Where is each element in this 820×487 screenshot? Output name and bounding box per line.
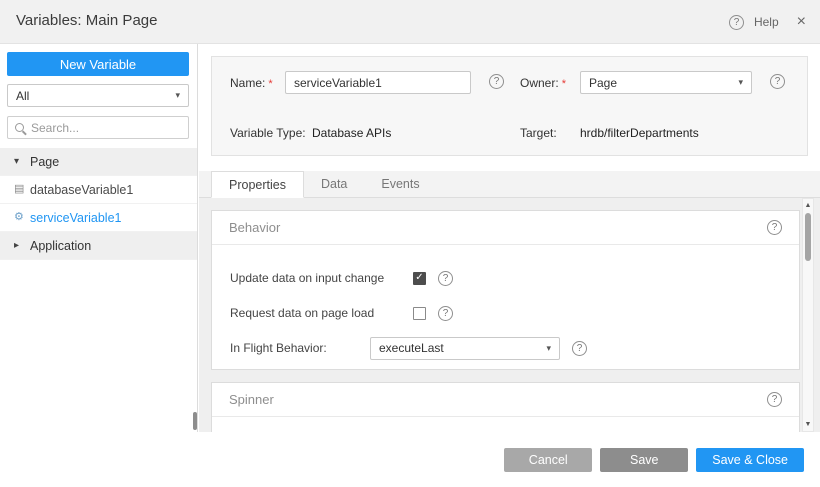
variable-scope-value: All bbox=[16, 89, 29, 103]
dialog-header: Variables: Main Page ? Help × bbox=[0, 0, 820, 44]
cancel-button[interactable]: Cancel bbox=[504, 448, 592, 472]
save-button[interactable]: Save bbox=[600, 448, 688, 472]
tab-bar: Properties Data Events bbox=[199, 171, 820, 198]
search-icon bbox=[15, 123, 24, 132]
owner-label: Owner:* bbox=[520, 76, 566, 90]
name-label-text: Name: bbox=[230, 76, 265, 90]
section-title: Behavior bbox=[229, 220, 280, 235]
owner-select[interactable]: Page ▾ bbox=[580, 71, 752, 94]
properties-tab-content: Behavior ? Update data on input change ✓… bbox=[199, 198, 820, 432]
name-label: Name:* bbox=[230, 76, 273, 90]
scroll-down-icon[interactable]: ▼ bbox=[803, 421, 813, 428]
header-actions: ? Help × bbox=[729, 0, 806, 44]
tree-item-database-variable[interactable]: ▤ databaseVariable1 bbox=[0, 176, 197, 204]
tab-data[interactable]: Data bbox=[304, 171, 364, 198]
service-variable-icon: ⚙ bbox=[14, 212, 30, 223]
help-icon[interactable]: ? bbox=[767, 220, 782, 235]
dialog-title: Variables: Main Page bbox=[16, 12, 157, 29]
dialog-footer: Cancel Save Save & Close bbox=[0, 432, 820, 487]
tab-events[interactable]: Events bbox=[364, 171, 436, 198]
variables-dialog: Variables: Main Page ? Help × New Variab… bbox=[0, 0, 820, 487]
tree-group-application[interactable]: ▸ Application bbox=[0, 232, 197, 260]
property-label: Update data on input change bbox=[230, 271, 413, 285]
help-icon[interactable]: ? bbox=[729, 15, 744, 30]
request-data-on-page-load-checkbox[interactable]: ✓ bbox=[413, 307, 426, 320]
help-icon[interactable]: ? bbox=[572, 341, 587, 356]
help-icon[interactable]: ? bbox=[438, 306, 453, 321]
variable-scope-select[interactable]: All ▾ bbox=[7, 84, 189, 107]
database-variable-icon: ▤ bbox=[14, 184, 30, 195]
help-icon[interactable]: ? bbox=[770, 74, 785, 89]
owner-label-text: Owner: bbox=[520, 76, 559, 90]
required-asterisk: * bbox=[268, 78, 272, 90]
owner-select-value: Page bbox=[589, 76, 617, 90]
variables-sidebar: New Variable All ▾ ▾ Page ▤ databaseVari… bbox=[0, 44, 198, 432]
sidebar-scrollbar-thumb[interactable] bbox=[193, 412, 197, 430]
tab-properties[interactable]: Properties bbox=[211, 171, 304, 198]
chevron-down-icon: ▾ bbox=[738, 78, 743, 87]
save-and-close-button[interactable]: Save & Close bbox=[696, 448, 804, 472]
help-icon[interactable]: ? bbox=[438, 271, 453, 286]
required-asterisk: * bbox=[562, 78, 566, 90]
chevron-down-icon: ▾ bbox=[546, 344, 551, 353]
search-input[interactable] bbox=[31, 121, 186, 135]
update-data-on-input-change-checkbox[interactable]: ✓ bbox=[413, 272, 426, 285]
new-variable-button[interactable]: New Variable bbox=[7, 52, 189, 76]
properties-scrollbar[interactable]: ▲ ▼ bbox=[802, 198, 814, 432]
caret-down-icon: ▾ bbox=[14, 156, 30, 167]
tree-item-service-variable[interactable]: ⚙ serviceVariable1 bbox=[0, 204, 197, 232]
help-icon[interactable]: ? bbox=[489, 74, 504, 89]
spinner-section-header: Spinner ? bbox=[212, 383, 799, 417]
target-label: Target: bbox=[520, 126, 557, 140]
check-icon: ✓ bbox=[415, 273, 423, 283]
close-icon[interactable]: × bbox=[797, 13, 806, 31]
variable-editor: Name:* ? Owner:* Page ▾ ? Variable Type:… bbox=[199, 44, 820, 432]
property-label: In Flight Behavior: bbox=[230, 341, 370, 355]
variable-summary-panel: Name:* ? Owner:* Page ▾ ? Variable Type:… bbox=[211, 56, 808, 156]
property-row: In Flight Behavior: executeLast ▾ ? bbox=[230, 337, 781, 359]
variable-type-label: Variable Type: bbox=[230, 126, 306, 140]
scrollbar-thumb[interactable] bbox=[805, 213, 811, 261]
behavior-section-body: Update data on input change ✓ ? Request … bbox=[212, 245, 799, 359]
variables-tree: ▾ Page ▤ databaseVariable1 ⚙ serviceVari… bbox=[0, 148, 197, 260]
target-value: hrdb/filterDepartments bbox=[580, 126, 699, 140]
in-flight-behavior-select[interactable]: executeLast ▾ bbox=[370, 337, 560, 360]
behavior-section-header: Behavior ? bbox=[212, 211, 799, 245]
scroll-up-icon[interactable]: ▲ bbox=[803, 202, 813, 209]
property-row: Request data on page load ✓ ? bbox=[230, 302, 781, 324]
tree-label: Application bbox=[30, 239, 91, 253]
property-row: Update data on input change ✓ ? bbox=[230, 267, 781, 289]
tree-label: Page bbox=[30, 155, 59, 169]
caret-right-icon: ▸ bbox=[14, 240, 30, 251]
search-box[interactable] bbox=[7, 116, 189, 139]
property-label: Request data on page load bbox=[230, 306, 413, 320]
chevron-down-icon: ▾ bbox=[175, 91, 180, 100]
name-input[interactable] bbox=[285, 71, 471, 94]
section-title: Spinner bbox=[229, 392, 274, 407]
help-icon[interactable]: ? bbox=[767, 392, 782, 407]
tree-label: serviceVariable1 bbox=[30, 211, 121, 225]
tree-group-page[interactable]: ▾ Page bbox=[0, 148, 197, 176]
variable-type-value: Database APIs bbox=[312, 126, 391, 140]
in-flight-behavior-value: executeLast bbox=[379, 341, 444, 355]
behavior-section: Behavior ? Update data on input change ✓… bbox=[211, 210, 800, 370]
spinner-section: Spinner ? bbox=[211, 382, 800, 432]
tree-label: databaseVariable1 bbox=[30, 183, 133, 197]
help-link[interactable]: Help bbox=[754, 15, 779, 29]
